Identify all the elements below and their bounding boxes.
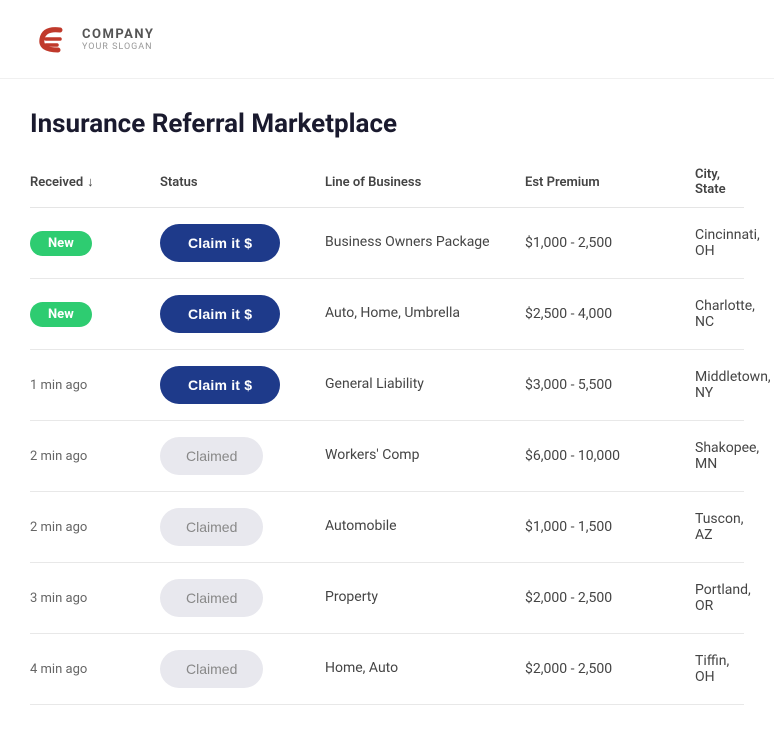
table-row: 3 min agoClaimedProperty$2,000 - 2,500Po… xyxy=(30,563,744,634)
main-content: Insurance Referral Marketplace Received … xyxy=(0,79,774,735)
claim-button[interactable]: Claim it $ xyxy=(160,295,280,333)
time-text: 2 min ago xyxy=(30,520,87,535)
cell-line-of-business: General Liability xyxy=(325,375,525,395)
cell-status: Claim it $ xyxy=(160,295,325,333)
cell-received: 1 min ago xyxy=(30,378,160,393)
est-premium-text: $2,000 - 2,500 xyxy=(525,590,612,606)
cell-status: Claim it $ xyxy=(160,366,325,404)
city-state-text: Tuscon, AZ xyxy=(695,511,744,543)
logo-icon xyxy=(30,18,72,60)
logo-text: COMPANY YOUR SLOGAN xyxy=(82,27,154,52)
table-body: New Claim it $ Business Owners Package $1,0… xyxy=(30,208,744,705)
cell-est-premium: $2,000 - 2,500 xyxy=(525,661,695,677)
cell-received: 2 min ago xyxy=(30,520,160,535)
table-row: 2 min ago Claimed Automobile $1,000 - 1,500… xyxy=(30,492,744,563)
cell-est-premium: $1,000 - 2,500 xyxy=(525,235,695,251)
cell-line-of-business: Property xyxy=(325,588,525,608)
cell-status: Claim it $ xyxy=(160,224,325,262)
est-premium-text: $1,000 - 2,500 xyxy=(525,235,612,251)
city-state-text: Shakopee, MN xyxy=(695,440,759,472)
table-row: New Claim it $ Business Owners Package $1,0… xyxy=(30,208,744,279)
time-text: 1 min ago xyxy=(30,378,87,393)
cell-line-of-business: Business Owners Package xyxy=(325,233,525,253)
city-state-text: Cincinnati, OH xyxy=(695,227,760,259)
line-of-business-text: Home, Auto xyxy=(325,659,398,679)
time-text: 2 min ago xyxy=(30,449,87,464)
line-of-business-text: Auto, Home, Umbrella xyxy=(325,304,460,324)
table-row: 4 min ago Claimed Home, Auto $2,000 - 2,500… xyxy=(30,634,744,705)
cell-received: 3 min ago xyxy=(30,591,160,606)
col-city-state: City, State xyxy=(695,167,744,197)
est-premium-text: $1,000 - 1,500 xyxy=(525,519,612,535)
col-received: Received ↓ xyxy=(30,167,160,197)
claimed-button: Claimed xyxy=(160,508,263,546)
cell-line-of-business: Automobile xyxy=(325,517,525,537)
col-line-of-business: Line of Business xyxy=(325,167,525,197)
cell-est-premium: $2,500 - 4,000 xyxy=(525,306,695,322)
cell-est-premium: $1,000 - 1,500 xyxy=(525,519,695,535)
table-header: Received ↓ Status Line of Business Est P… xyxy=(30,167,744,208)
cell-status: Claimed xyxy=(160,437,325,475)
line-of-business-text: Automobile xyxy=(325,517,397,537)
est-premium-text: $6,000 - 10,000 xyxy=(525,448,620,464)
table-row: New Claim it $ Auto, Home, Umbrella $2,500 … xyxy=(30,279,744,350)
cell-line-of-business: Workers' Comp xyxy=(325,446,525,466)
time-text: 3 min ago xyxy=(30,591,87,606)
cell-received: 4 min ago xyxy=(30,662,160,677)
cell-city-state: Charlotte, NC xyxy=(695,298,755,330)
company-name: COMPANY xyxy=(82,27,154,42)
cell-received: New xyxy=(30,231,160,256)
city-state-text: Portland, OR xyxy=(695,582,751,614)
col-est-premium: Est Premium xyxy=(525,167,695,197)
cell-city-state: Portland, OR xyxy=(695,582,751,614)
est-premium-text: $2,000 - 2,500 xyxy=(525,661,612,677)
sort-icon[interactable]: ↓ xyxy=(87,174,94,190)
time-text: 4 min ago xyxy=(30,662,87,677)
claimed-button: Claimed xyxy=(160,650,263,688)
line-of-business-text: General Liability xyxy=(325,375,424,395)
cell-city-state: Cincinnati, OH xyxy=(695,227,760,259)
table-container: Received ↓ Status Line of Business Est P… xyxy=(30,167,744,705)
cell-received: New xyxy=(30,302,160,327)
company-slogan: YOUR SLOGAN xyxy=(82,42,154,52)
cell-city-state: Tuscon, AZ xyxy=(695,511,744,543)
page-title: Insurance Referral Marketplace xyxy=(30,109,744,139)
cell-line-of-business: Auto, Home, Umbrella xyxy=(325,304,525,324)
cell-received: 2 min ago xyxy=(30,449,160,464)
col-status: Status xyxy=(160,167,325,197)
cell-status: Claimed xyxy=(160,650,325,688)
cell-est-premium: $3,000 - 5,500 xyxy=(525,377,695,393)
cell-line-of-business: Home, Auto xyxy=(325,659,525,679)
line-of-business-text: Business Owners Package xyxy=(325,233,490,253)
badge-new: New xyxy=(30,302,92,327)
city-state-text: Charlotte, NC xyxy=(695,298,755,330)
city-state-text: Tiffin, OH xyxy=(695,653,744,685)
table-row: 1 min ago Claim it $ General Liability $3,0… xyxy=(30,350,744,421)
est-premium-text: $3,000 - 5,500 xyxy=(525,377,612,393)
claim-button[interactable]: Claim it $ xyxy=(160,366,280,404)
cell-est-premium: $6,000 - 10,000 xyxy=(525,448,695,464)
badge-new: New xyxy=(30,231,92,256)
claim-button[interactable]: Claim it $ xyxy=(160,224,280,262)
header: COMPANY YOUR SLOGAN xyxy=(0,0,774,79)
cell-status: Claimed xyxy=(160,508,325,546)
city-state-text: Middletown, NY xyxy=(695,369,771,401)
line-of-business-text: Workers' Comp xyxy=(325,446,419,466)
cell-status: Claimed xyxy=(160,579,325,617)
est-premium-text: $2,500 - 4,000 xyxy=(525,306,612,322)
table-row: 2 min ago Claimed Workers' Comp $6,000 - 10… xyxy=(30,421,744,492)
cell-city-state: Tiffin, OH xyxy=(695,653,744,685)
line-of-business-text: Property xyxy=(325,588,378,608)
cell-est-premium: $2,000 - 2,500 xyxy=(525,590,695,606)
claimed-button: Claimed xyxy=(160,437,263,475)
claimed-button: Claimed xyxy=(160,579,263,617)
cell-city-state: Middletown, NY xyxy=(695,369,771,401)
cell-city-state: Shakopee, MN xyxy=(695,440,759,472)
